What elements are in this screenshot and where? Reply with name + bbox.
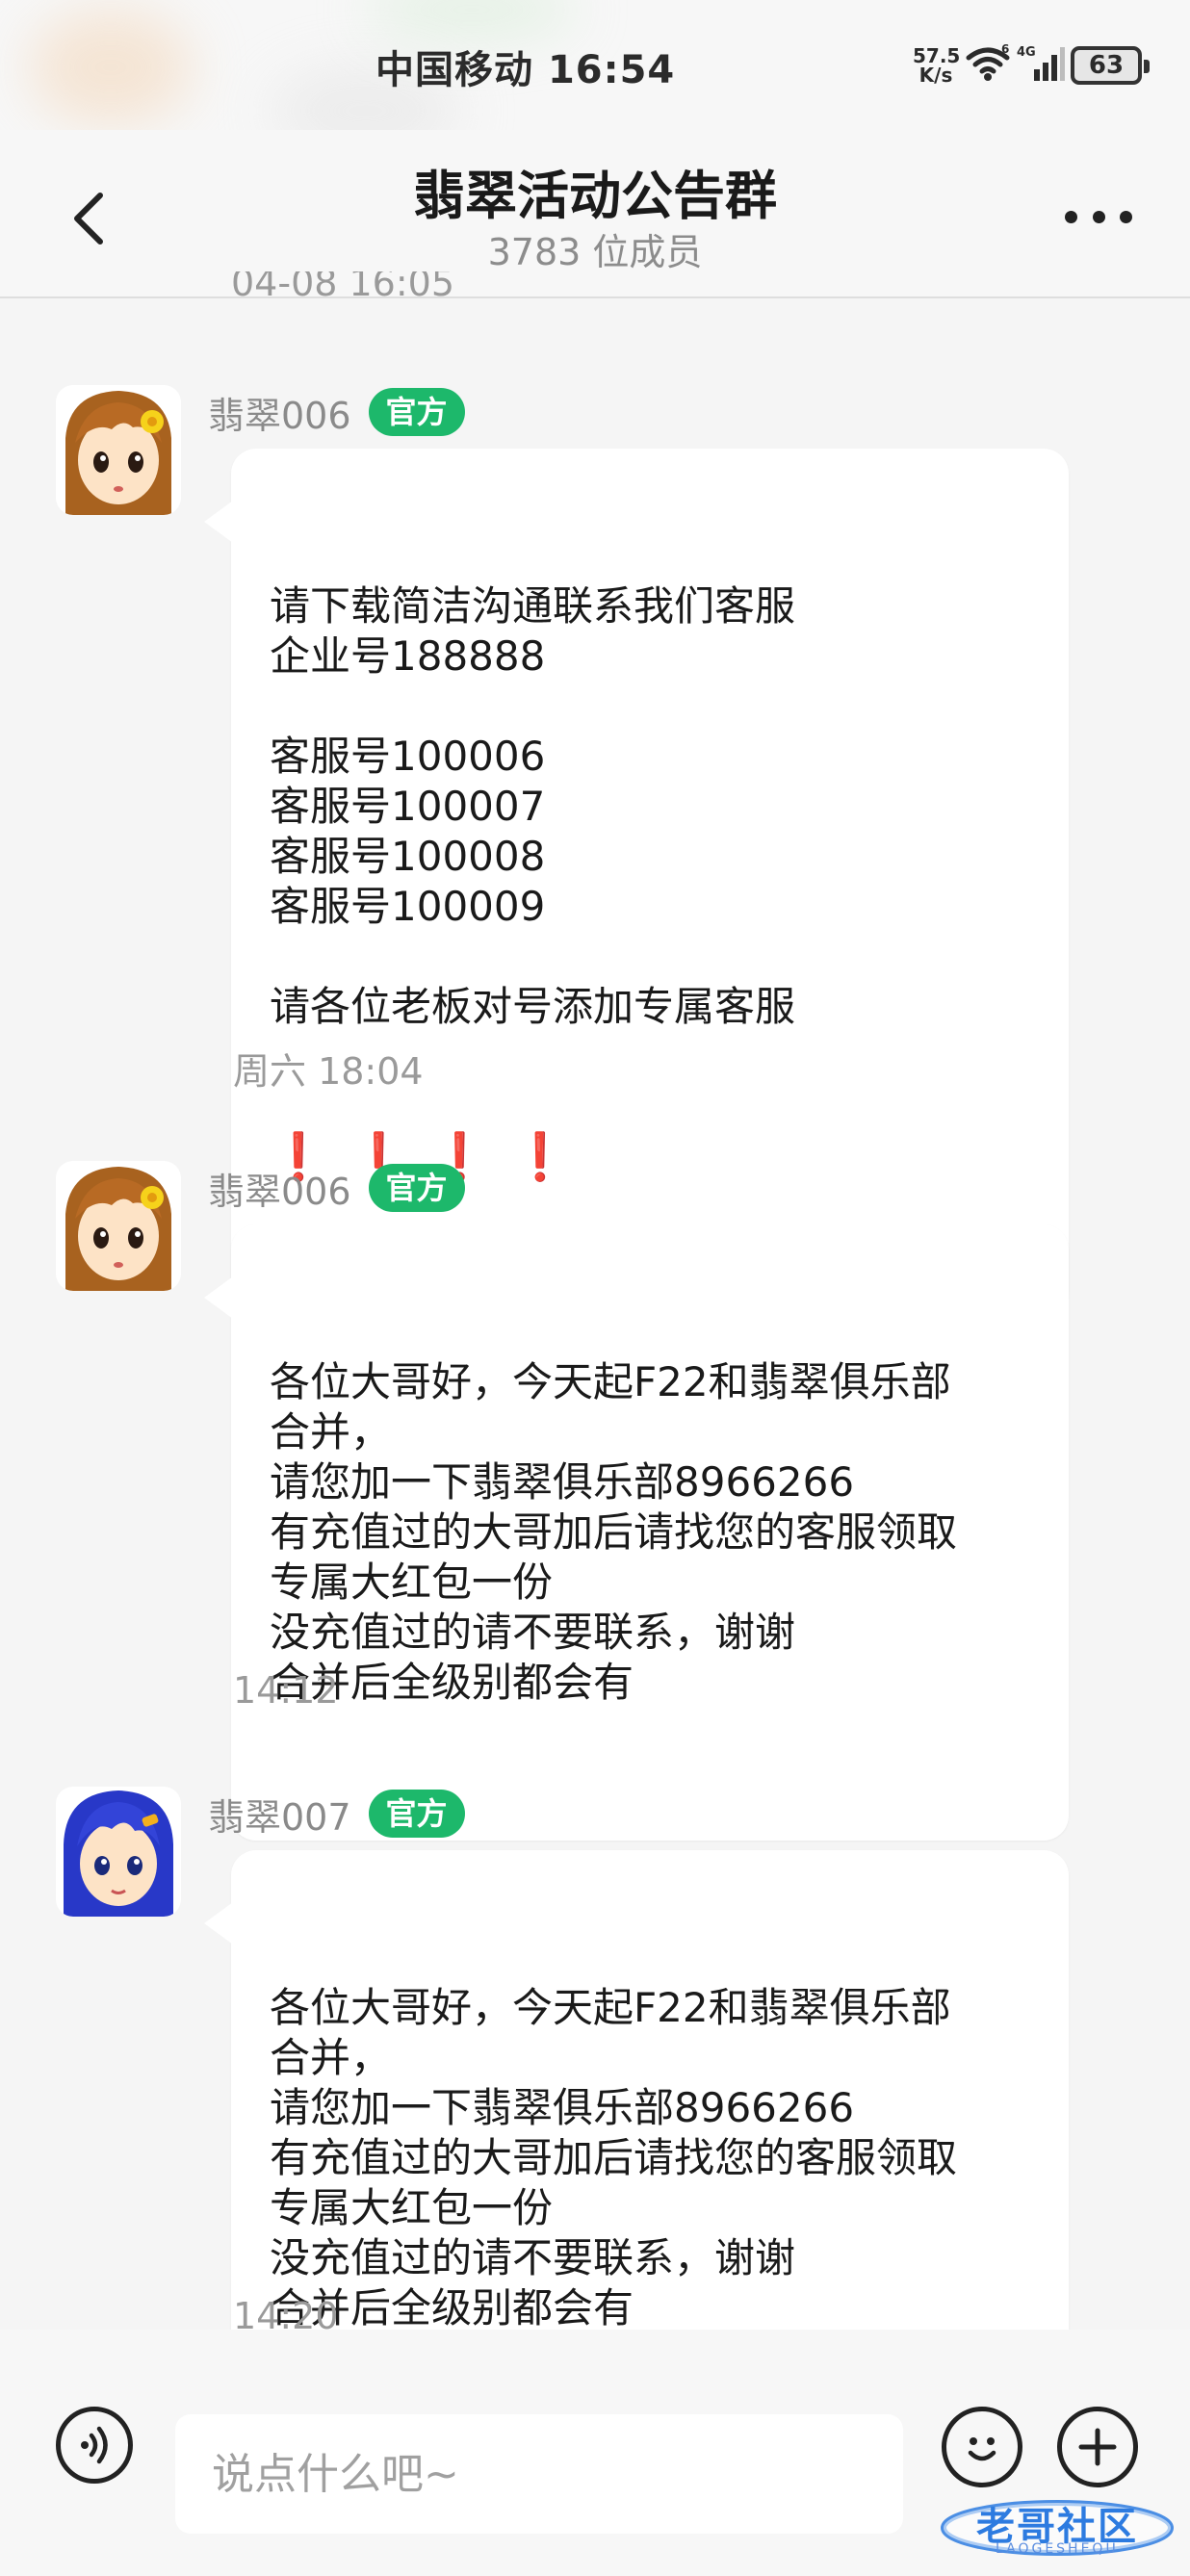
- blurred-wallpaper-patch: [29, 10, 193, 125]
- svg-text:6: 6: [1001, 44, 1009, 56]
- message-input[interactable]: [175, 2414, 903, 2534]
- official-badge: 官方: [368, 388, 465, 436]
- official-badge: 官方: [368, 1790, 465, 1838]
- message-text: 各位大哥好，今天起F22和翡翠俱乐部 合并， 请您加一下翡翠俱乐部8966266…: [270, 1984, 958, 2331]
- avatar[interactable]: [56, 1161, 181, 1291]
- avatar[interactable]: [56, 1787, 181, 1917]
- message-text: 各位大哥好，今天起F22和翡翠俱乐部 合并， 请您加一下翡翠俱乐部8966266…: [270, 1358, 958, 1706]
- watermark-subtext: LAOGESHEQU: [996, 2541, 1119, 2557]
- blue-hair-girl-avatar-icon: [56, 1787, 181, 1917]
- message-time: 周六 18:04: [233, 1050, 424, 1093]
- status-indicators: 57.5 K/s 6 4G 63: [913, 37, 1150, 94]
- more-dot-icon: [1120, 210, 1132, 223]
- girl-avatar-icon: [56, 385, 181, 515]
- emoji-button[interactable]: [942, 2407, 1022, 2487]
- avatar[interactable]: [56, 385, 181, 515]
- chat-header: 翡翠活动公告群 3783 位成员: [0, 130, 1190, 298]
- clock: 16:54: [547, 48, 676, 92]
- smiley-icon: [968, 2437, 996, 2461]
- site-watermark: 老哥社区 LAOGESHEQU: [934, 2487, 1180, 2564]
- member-count: 3783 位成员: [487, 231, 703, 273]
- girl-avatar-icon: [56, 1161, 181, 1291]
- sender-name: 翡翠007: [208, 1795, 351, 1839]
- status-bar: 中国移动 16:54 57.5 K/s 6 4G 63: [0, 0, 1190, 154]
- more-dot-icon: [1065, 210, 1077, 223]
- network-speed: 57.5 K/s: [913, 44, 961, 87]
- sender-row: 翡翠006 官方: [208, 385, 465, 439]
- official-badge: 官方: [368, 1164, 465, 1212]
- wifi-icon: 6: [965, 42, 1011, 87]
- plus-icon: [1078, 2428, 1117, 2466]
- group-title: 翡翠活动公告群: [413, 166, 777, 226]
- battery-icon: 63: [1071, 46, 1150, 85]
- message-time: 14:12: [233, 1669, 339, 1712]
- more-options-button[interactable]: [1065, 197, 1132, 236]
- network-speed-value: 57.5: [913, 44, 961, 67]
- carrier-label: 中国移动: [375, 48, 533, 92]
- network-speed-unit: K/s: [918, 64, 953, 87]
- sender-row: 翡翠007 官方: [208, 1787, 465, 1841]
- sender-name: 翡翠006: [208, 1170, 351, 1213]
- add-attachment-button[interactable]: [1057, 2407, 1138, 2487]
- carrier-and-time: 中国移动 16:54: [375, 39, 675, 94]
- blurred-wallpaper-patch: [366, 0, 578, 39]
- battery-level: 63: [1088, 51, 1125, 80]
- voice-input-button[interactable]: [56, 2407, 133, 2484]
- more-dot-icon: [1092, 210, 1105, 223]
- message-bubble[interactable]: 各位大哥好，今天起F22和翡翠俱乐部 合并， 请您加一下翡翠俱乐部8966266…: [204, 1224, 1069, 1841]
- voice-icon: [81, 2426, 108, 2464]
- sender-row: 翡翠006 官方: [208, 1161, 465, 1215]
- sender-name: 翡翠006: [208, 394, 351, 437]
- svg-text:4G: 4G: [1017, 45, 1036, 60]
- cellular-signal-icon: 4G: [1017, 44, 1065, 87]
- message-text: 请下载简洁沟通联系我们客服 企业号188888 客服号100006 客服号100…: [270, 582, 796, 1030]
